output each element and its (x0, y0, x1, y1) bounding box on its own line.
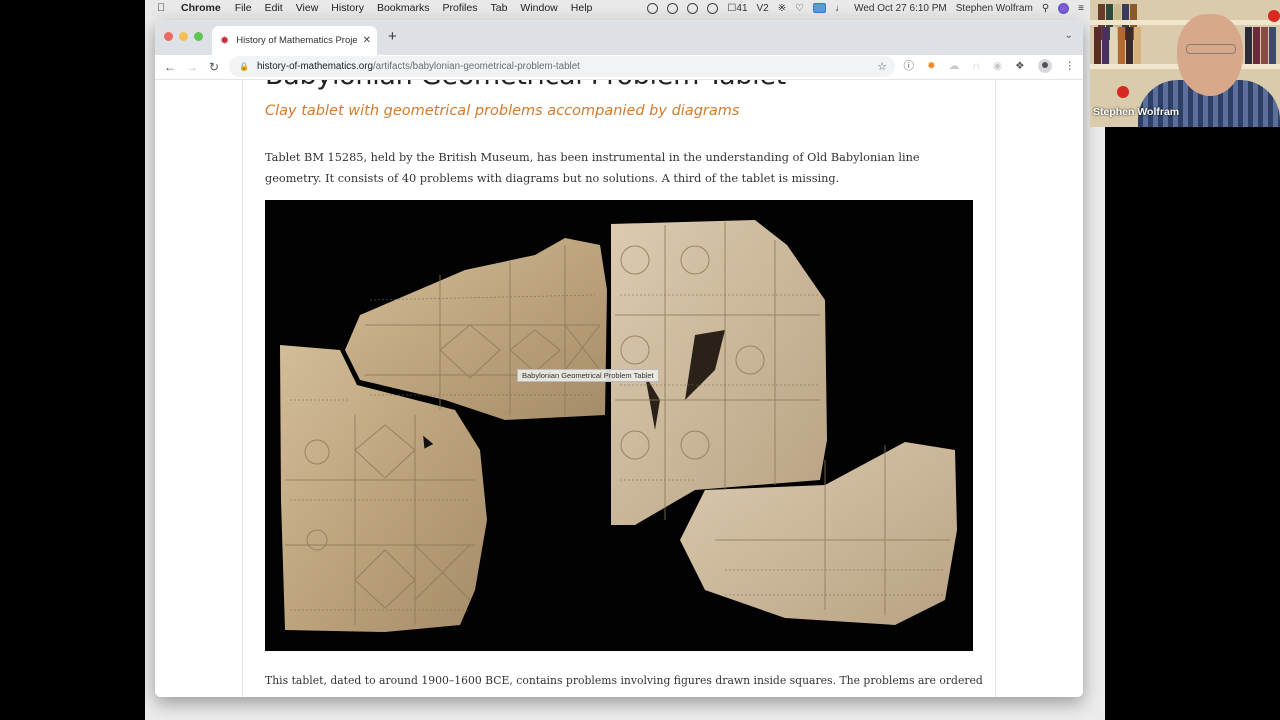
gear-favicon-icon: ✹ (220, 35, 230, 47)
address-bar[interactable]: 🔒 history-of-mathematics.org/artifacts/b… (229, 56, 895, 77)
tab-strip: ✹ History of Mathematics Projec ✕ + ⌄ (155, 20, 1083, 55)
wifi-icon[interactable]: ♡ (795, 3, 804, 14)
menu-bookmarks[interactable]: Bookmarks (377, 2, 430, 14)
intro-paragraph: Tablet BM 15285, held by the British Mus… (265, 151, 920, 185)
volume-icon[interactable]: ♩ (835, 3, 845, 14)
bookshelf-row (1094, 27, 1142, 65)
extensions-area: ⓘ ✹ ☁ ∩ ◉ ❖ ⋮ (904, 58, 1075, 73)
siri-icon[interactable] (1058, 2, 1070, 14)
menu-file[interactable]: File (235, 2, 252, 14)
battery-monitor-icon[interactable]: ☐41 (727, 3, 747, 14)
menu-user-name[interactable]: Stephen Wolfram (956, 3, 1033, 14)
tablet-photo (280, 220, 957, 632)
menu-history[interactable]: History (331, 2, 364, 14)
more-menu-icon[interactable]: ⋮ (1065, 60, 1076, 72)
webcam-overlay: Stephen Wolfram (1090, 0, 1280, 127)
bookmark-star-icon[interactable]: ☆ (877, 60, 887, 73)
reload-button[interactable]: ↻ (203, 60, 225, 74)
close-window-button[interactable] (164, 32, 173, 41)
bookshelf-row (1245, 27, 1277, 65)
red-flower-ornament (1268, 10, 1280, 22)
page-title: Babylonian Geometrical Problem Tablet (265, 80, 786, 91)
macos-menu-bar:  Chrome File Edit View History Bookmark… (145, 0, 1090, 16)
onepassword-extension-icon[interactable]: ⓘ (904, 58, 915, 73)
tab-history-of-mathematics[interactable]: ✹ History of Mathematics Projec ✕ (212, 26, 377, 55)
menu-edit[interactable]: Edit (265, 2, 283, 14)
close-tab-icon[interactable]: ✕ (363, 35, 371, 46)
menu-view[interactable]: View (296, 2, 319, 14)
creative-cloud-icon[interactable] (667, 2, 679, 14)
menu-tab[interactable]: Tab (490, 2, 507, 14)
tab-title: History of Mathematics Projec (236, 35, 357, 46)
back-button[interactable]: ← (159, 60, 181, 74)
forward-button[interactable]: → (181, 60, 203, 74)
webcam-person-face (1177, 14, 1243, 96)
url-path: /artifacts/babylonian-geometrical-proble… (372, 61, 580, 72)
page-subtitle: Clay tablet with geometrical problems ac… (265, 103, 740, 119)
arch-extension-icon[interactable]: ∩ (972, 60, 980, 72)
menu-clock[interactable]: Wed Oct 27 6:10 PM (854, 3, 947, 14)
browser-toolbar: ← → ↻ 🔒 history-of-mathematics.org/artif… (155, 55, 1083, 79)
display-icon[interactable] (813, 3, 827, 13)
new-tab-button[interactable]: + (388, 28, 397, 45)
minimize-window-button[interactable] (179, 32, 188, 41)
content-column: Babylonian Geometrical Problem Tablet Cl… (242, 80, 996, 697)
vpn-icon[interactable]: V2 (757, 3, 769, 14)
menu-bar-status-area: ☐41 V2 ※ ♡ ♩ Wed Oct 27 6:10 PM Stephen … (647, 0, 1090, 16)
profile-avatar-icon[interactable] (1037, 58, 1052, 73)
webcam-name-label: Stephen Wolfram (1093, 106, 1180, 118)
menu-app-chrome[interactable]: Chrome (181, 2, 221, 14)
cloud-extension-icon[interactable]: ☁ (949, 60, 960, 72)
tablet-image[interactable]: Babylonian Geometrical Problem Tablet (265, 200, 973, 651)
circle-extension-icon[interactable]: ◉ (993, 60, 1002, 72)
lock-icon[interactable]: 🔒 (239, 62, 249, 71)
image-tooltip: Babylonian Geometrical Problem Tablet (517, 369, 659, 382)
gear-extension-icon[interactable]: ✹ (927, 60, 936, 72)
apple-logo-icon[interactable]:  (157, 2, 171, 14)
spotlight-search-icon[interactable]: ⚲ (1042, 3, 1049, 14)
red-flower-ornament (1117, 86, 1129, 98)
page-viewport[interactable]: Babylonian Geometrical Problem Tablet Cl… (155, 79, 1083, 697)
zoom-window-button[interactable] (194, 32, 203, 41)
onepassword-icon[interactable] (707, 2, 719, 14)
tab-search-chevron-icon[interactable]: ⌄ (1065, 30, 1073, 41)
control-center-icon[interactable]: ≡ (1078, 3, 1084, 14)
menu-help[interactable]: Help (571, 2, 593, 14)
menu-window[interactable]: Window (520, 2, 557, 14)
webcam-person-glasses (1186, 44, 1236, 54)
battery-count: 41 (736, 2, 748, 14)
puzzle-extensions-icon[interactable]: ❖ (1015, 60, 1024, 72)
bluetooth-icon[interactable]: ※ (778, 3, 786, 14)
pause-icon[interactable] (647, 2, 659, 14)
body-paragraph: This tablet, dated to around 1900–1600 B… (265, 674, 985, 687)
menu-profiles[interactable]: Profiles (442, 2, 477, 14)
chrome-window: ✹ History of Mathematics Projec ✕ + ⌄ ← … (155, 20, 1083, 697)
arch-icon[interactable] (687, 2, 699, 14)
url-host: history-of-mathematics.org (256, 61, 373, 72)
